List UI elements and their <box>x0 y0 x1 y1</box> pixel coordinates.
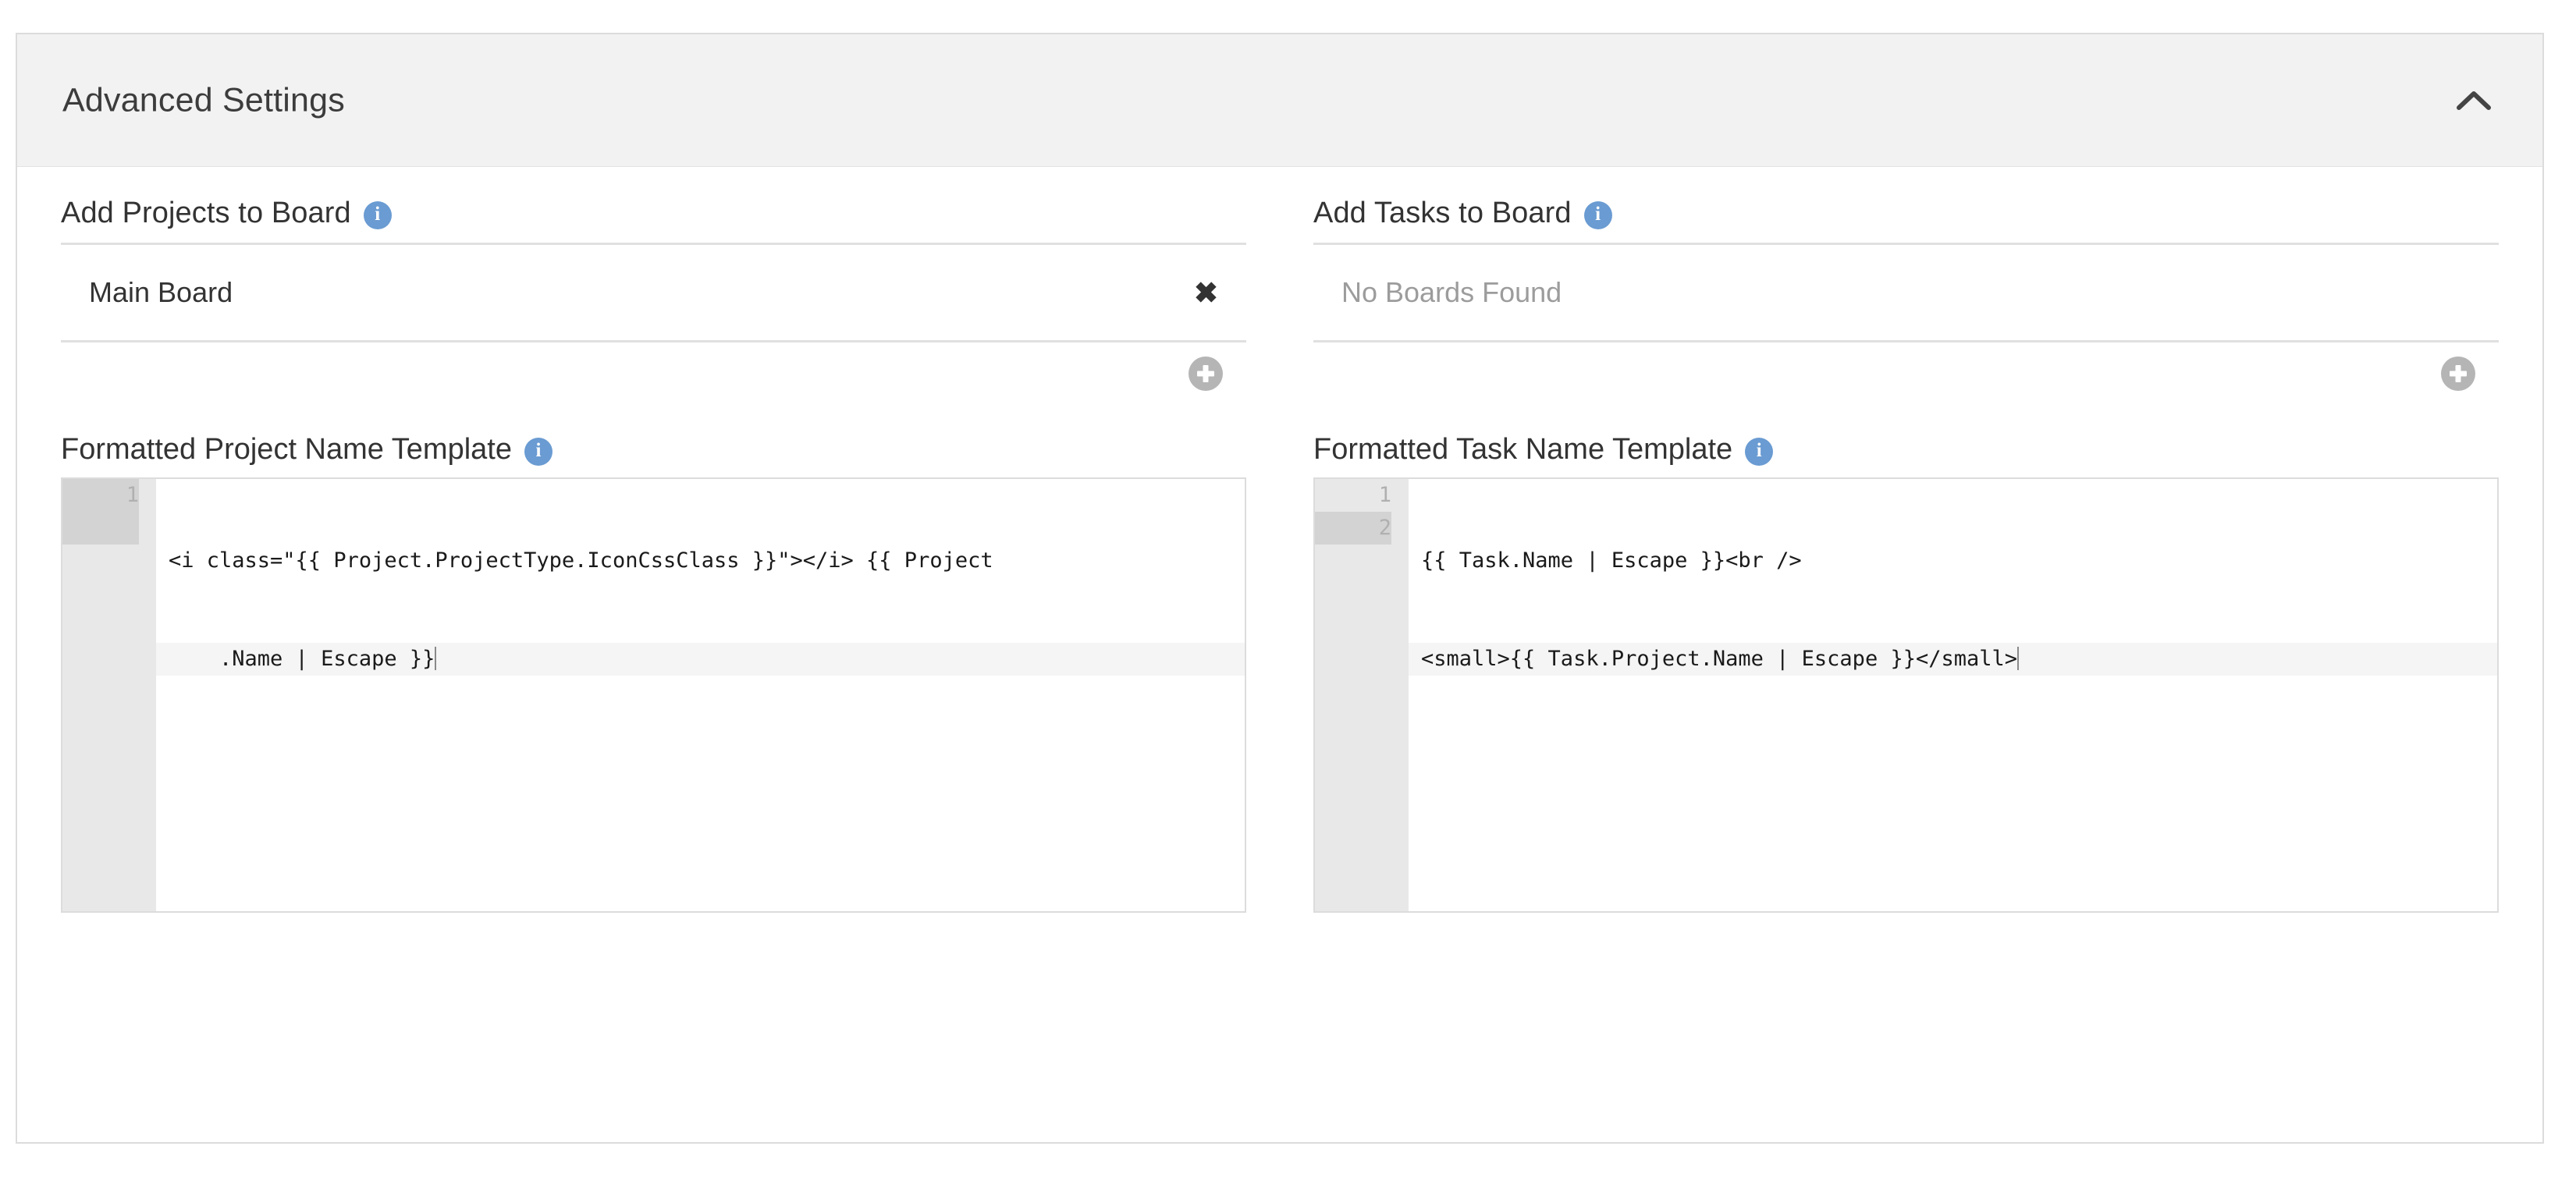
info-icon[interactable]: i <box>524 437 553 466</box>
line-number-continuation <box>62 512 139 545</box>
remove-board-button[interactable]: ✖ <box>1194 279 1218 307</box>
projects-board-list: Main Board ✖ <box>61 245 1246 340</box>
add-projects-heading: Add Projects to Board i <box>61 167 1246 243</box>
editor-gutter: 1 2 <box>1315 479 1409 911</box>
tasks-board-list: No Boards Found <box>1313 245 2499 340</box>
add-projects-title: Add Projects to Board <box>61 197 351 229</box>
board-name: Main Board <box>89 276 233 308</box>
plus-circle-icon[interactable] <box>1189 357 1223 391</box>
code-line-text: <small>{{ Task.Project.Name | Escape }}<… <box>1421 647 2018 671</box>
tasks-column: Add Tasks to Board i No Boards Found For… <box>1313 167 2499 913</box>
projects-add-row <box>61 342 1246 391</box>
info-icon[interactable]: i <box>1745 437 1774 466</box>
code-line-text: {{ Task.Name | Escape }}<br /> <box>1421 548 1802 573</box>
editor-code-area[interactable]: {{ Task.Name | Escape }}<br /> <small>{{… <box>1409 479 2497 911</box>
info-icon-glyph: i <box>375 204 381 225</box>
line-number: 1 <box>1378 483 1391 507</box>
project-template-editor[interactable]: 1 <i class="{{ Project.ProjectType.IconC… <box>61 477 1246 913</box>
info-icon-glyph: i <box>1595 204 1601 225</box>
editor-code-area[interactable]: <i class="{{ Project.ProjectType.IconCss… <box>156 479 1245 911</box>
info-icon-glyph: i <box>535 440 542 461</box>
code-line-text: .Name | Escape }} <box>169 647 435 671</box>
code-line-text: <i class="{{ Project.ProjectType.IconCss… <box>169 548 993 573</box>
add-tasks-title: Add Tasks to Board <box>1313 197 1572 229</box>
chevron-up-icon <box>2456 89 2492 112</box>
line-number: 1 <box>62 479 139 512</box>
code-line: <small>{{ Task.Project.Name | Escape }}<… <box>1409 643 2497 676</box>
text-caret <box>2017 647 2020 670</box>
page-title: Advanced Settings <box>62 81 345 119</box>
text-caret <box>435 647 437 670</box>
plus-circle-icon[interactable] <box>2441 357 2475 391</box>
project-template-title: Formatted Project Name Template <box>61 433 512 466</box>
project-template-heading: Formatted Project Name Template i <box>61 391 1246 477</box>
tasks-add-row <box>1313 342 2499 391</box>
empty-state-text: No Boards Found <box>1341 276 1562 308</box>
list-item-empty: No Boards Found <box>1313 245 2499 340</box>
info-icon[interactable]: i <box>1583 200 1612 229</box>
card-body: Add Projects to Board i Main Board ✖ For… <box>17 167 2542 1142</box>
code-line: <i class="{{ Project.ProjectType.IconCss… <box>156 545 1245 577</box>
code-line: {{ Task.Name | Escape }}<br /> <box>1409 545 2497 577</box>
task-template-title: Formatted Task Name Template <box>1313 433 1733 466</box>
settings-columns: Add Projects to Board i Main Board ✖ For… <box>17 167 2542 913</box>
collapse-toggle-button[interactable] <box>2449 76 2499 126</box>
card-header[interactable]: Advanced Settings <box>17 34 2542 167</box>
task-template-editor[interactable]: 1 2 {{ Task.Name | Escape }}<br /> <smal… <box>1313 477 2499 913</box>
task-template-heading: Formatted Task Name Template i <box>1313 391 2499 477</box>
code-line-wrapped: .Name | Escape }} <box>156 643 1245 676</box>
advanced-settings-card: Advanced Settings Add Projects to Board … <box>16 33 2544 1144</box>
add-tasks-heading: Add Tasks to Board i <box>1313 167 2499 243</box>
list-item[interactable]: Main Board ✖ <box>61 245 1246 340</box>
info-icon-glyph: i <box>1756 440 1762 461</box>
editor-gutter: 1 <box>62 479 156 911</box>
projects-column: Add Projects to Board i Main Board ✖ For… <box>61 167 1246 913</box>
line-number: 2 <box>1315 512 1391 545</box>
info-icon[interactable]: i <box>363 200 392 229</box>
